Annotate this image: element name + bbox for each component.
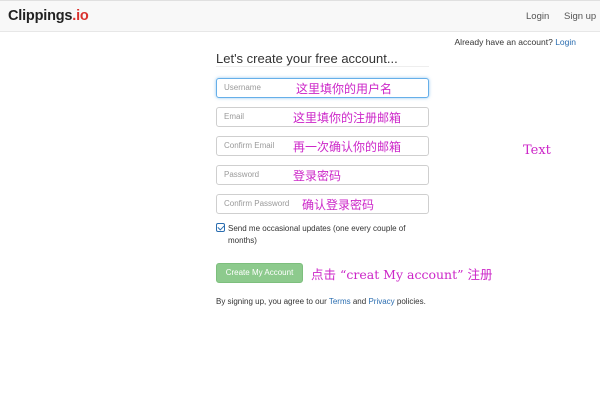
terms-and: and bbox=[352, 297, 367, 306]
terms-suffix: policies. bbox=[396, 297, 426, 306]
confirm-email-placeholder: Confirm Email bbox=[224, 141, 275, 150]
login-link[interactable]: Login bbox=[555, 37, 576, 47]
updates-checkbox[interactable] bbox=[216, 223, 225, 232]
terms-prefix: By signing up, you agree to our bbox=[216, 297, 327, 306]
terms-text: By signing up, you agree to our Terms an… bbox=[216, 296, 426, 308]
username-annotation: 这里填你的用户名 bbox=[296, 82, 393, 96]
top-navbar: Clippings.io Login Sign up bbox=[0, 0, 600, 32]
brand-tld: .io bbox=[72, 8, 89, 24]
brand-name: Clippings bbox=[8, 8, 73, 24]
submit-annotation: 点击 “creat My account” 注册 bbox=[311, 267, 493, 282]
confirm-password-annotation: 确认登录密码 bbox=[302, 198, 375, 212]
confirm-password-placeholder: Confirm Password bbox=[224, 199, 290, 208]
privacy-link[interactable]: Privacy bbox=[368, 297, 394, 306]
nav-login-link[interactable]: Login bbox=[526, 11, 549, 22]
title-divider bbox=[216, 66, 429, 67]
email-annotation: 这里填你的注册邮箱 bbox=[293, 111, 402, 125]
account-prompt-text: Already have an account? bbox=[454, 37, 553, 47]
terms-link[interactable]: Terms bbox=[329, 297, 351, 306]
form-title: Let's create your free account... bbox=[216, 51, 398, 66]
confirm-email-annotation: 再一次确认你的邮箱 bbox=[293, 140, 402, 154]
password-placeholder: Password bbox=[224, 170, 260, 179]
password-annotation: 登录密码 bbox=[293, 169, 342, 183]
updates-label: Send me occasional updates (one every co… bbox=[228, 224, 406, 245]
username-placeholder: Username bbox=[224, 83, 261, 92]
nav-signup-link[interactable]: Sign up bbox=[564, 11, 596, 22]
create-account-button[interactable]: Create My Account bbox=[216, 263, 303, 283]
account-prompt: Already have an account? Login bbox=[455, 37, 576, 47]
side-annotation: Text bbox=[523, 143, 551, 158]
email-placeholder: Email bbox=[224, 112, 245, 121]
brand-logo[interactable]: Clippings.io bbox=[8, 8, 89, 24]
